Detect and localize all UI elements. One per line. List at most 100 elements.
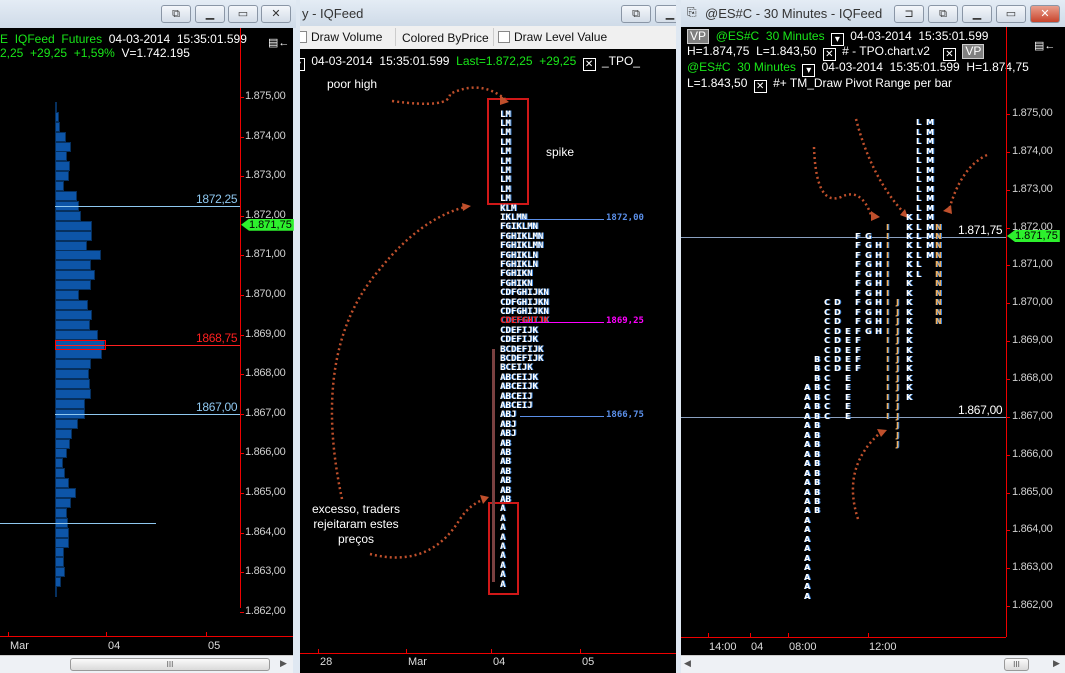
tpo-letter: L bbox=[916, 175, 922, 185]
tpo-row: ABJ bbox=[500, 429, 517, 440]
tpo-row: A bbox=[500, 523, 506, 534]
tpo-letter: B bbox=[814, 468, 821, 478]
level-line bbox=[55, 413, 240, 415]
draw-level-value-checkbox[interactable]: Draw Level Value bbox=[498, 30, 607, 44]
price-tick bbox=[1006, 189, 1010, 191]
tpo-letter: I bbox=[886, 336, 889, 346]
price-tick bbox=[1006, 151, 1010, 153]
tpo-letter: A bbox=[804, 544, 811, 554]
tpo-letter: K bbox=[906, 250, 913, 260]
tpo-letter: L bbox=[916, 213, 922, 223]
tpo-letter: B bbox=[814, 392, 821, 402]
tpo-letter: A bbox=[804, 440, 811, 450]
scroll-right-arrow[interactable]: ▶ bbox=[1053, 658, 1060, 669]
tpo-letter: K bbox=[906, 269, 913, 279]
tpo-letter: F bbox=[855, 298, 861, 308]
tpo-letter: J bbox=[896, 383, 899, 393]
detach-button[interactable]: ⧉ bbox=[928, 5, 958, 23]
tpo-letter: K bbox=[906, 364, 913, 374]
price-axis-label: 1.870,00 bbox=[1012, 296, 1053, 309]
left-horizontal-scrollbar[interactable]: III ▶ bbox=[0, 655, 293, 673]
price-axis-label: 1.868,00 bbox=[1012, 371, 1053, 384]
detach-button[interactable]: ⧉ bbox=[161, 5, 191, 23]
minimize-button[interactable]: ▁ bbox=[195, 5, 225, 23]
volume-bar bbox=[55, 398, 85, 409]
volume-bar bbox=[55, 230, 92, 241]
draw-volume-checkbox[interactable]: Draw Volume bbox=[300, 30, 382, 44]
tpo-letter: E bbox=[845, 345, 851, 355]
tpo-letter: B bbox=[814, 440, 821, 450]
right-tpo-chart[interactable]: VP @ES#C 30 Minutes ▾ 04-03-2014 15:35:0… bbox=[681, 27, 1065, 655]
price-tick bbox=[240, 413, 244, 415]
price-axis-label: 1.873,00 bbox=[245, 169, 286, 182]
colored-by-price-button[interactable]: Colored ByPrice bbox=[402, 31, 489, 45]
volume-bar bbox=[55, 280, 91, 291]
tpo-letter: A bbox=[804, 392, 811, 402]
pin-button[interactable]: ⊐ bbox=[894, 5, 924, 23]
tpo-letter: M bbox=[926, 241, 934, 251]
tpo-letter: K bbox=[906, 260, 913, 270]
scrollbar-thumb[interactable]: III bbox=[1004, 658, 1029, 671]
level-label: 1869,25 bbox=[606, 316, 644, 327]
volume-bar bbox=[55, 319, 90, 330]
tpo-row: LM bbox=[500, 147, 511, 158]
tpo-letter: M bbox=[926, 232, 934, 241]
volume-bar bbox=[55, 379, 90, 390]
left-header-line1: E IQFeed Futures 04-03-2014 15:35:01.599 bbox=[0, 32, 247, 46]
tpo-letter: D bbox=[834, 345, 841, 355]
tpo-letter: E bbox=[845, 383, 851, 393]
price-axis-label: 1.870,00 bbox=[245, 288, 286, 300]
minimize-button[interactable]: ▁ bbox=[962, 5, 992, 23]
tpo-letter: L bbox=[916, 184, 922, 194]
volume-bar bbox=[55, 488, 76, 498]
time-tick bbox=[750, 633, 751, 637]
change: +29,25 bbox=[30, 46, 68, 60]
detach-button[interactable]: ⧉ bbox=[621, 5, 651, 23]
volume-bar bbox=[55, 468, 65, 479]
tpo-letter: B bbox=[814, 364, 821, 374]
symbol-prefix: E bbox=[0, 32, 9, 46]
time-axis-label: 14:00 bbox=[709, 641, 737, 653]
left-volume-profile-chart[interactable]: E IQFeed Futures 04-03-2014 15:35:01.599… bbox=[0, 28, 294, 655]
tpo-letter: A bbox=[804, 591, 811, 601]
volume-bar bbox=[55, 557, 64, 568]
scrollbar-thumb[interactable]: III bbox=[70, 658, 270, 671]
tpo-letter: K bbox=[906, 222, 913, 232]
tpo-letter: M bbox=[926, 146, 934, 156]
tpo-letter: N bbox=[935, 241, 942, 251]
scroll-left-arrow[interactable]: ◀ bbox=[684, 658, 691, 669]
tpo-letter: K bbox=[906, 317, 913, 327]
volume-bar bbox=[55, 181, 64, 192]
tpo-letter: I bbox=[886, 222, 889, 232]
draw-level-value-label: Draw Level Value bbox=[514, 30, 608, 44]
tpo-letter: L bbox=[916, 194, 922, 204]
tpo-letter: N bbox=[935, 279, 942, 289]
tpo-letter: M bbox=[926, 137, 934, 147]
tpo-letter: G bbox=[865, 250, 872, 260]
price-axis-line bbox=[240, 28, 241, 608]
close-button[interactable]: ✕ bbox=[1030, 5, 1060, 23]
price-axis-label: 1.867,00 bbox=[245, 406, 286, 419]
tpo-letter: A bbox=[804, 496, 811, 506]
minimize-button[interactable]: ▁ bbox=[655, 5, 676, 23]
tpo-letter: K bbox=[906, 241, 913, 251]
price-tick bbox=[1006, 416, 1010, 418]
tpo-letter: K bbox=[906, 298, 913, 308]
tpo-letter: H bbox=[875, 260, 882, 270]
scroll-right-arrow[interactable]: ▶ bbox=[280, 658, 287, 669]
maximize-button[interactable]: ▭ bbox=[996, 5, 1026, 23]
tpo-letter: J bbox=[896, 326, 899, 336]
left-titlebar: ⧉ ▁ ▭ ✕ bbox=[0, 0, 296, 28]
panel-menu-icon[interactable]: ▤← bbox=[268, 36, 289, 49]
price-axis-label: 1.867,00 bbox=[1012, 409, 1053, 422]
level-line bbox=[55, 205, 240, 207]
tpo-letter: M bbox=[926, 127, 934, 137]
tpo-letter: B bbox=[814, 411, 821, 421]
tpo-chart[interactable]: ▾ 04-03-2014 15:35:01.599 Last=1.872,25 … bbox=[300, 49, 676, 673]
close-button[interactable]: ✕ bbox=[261, 5, 291, 23]
maximize-button[interactable]: ▭ bbox=[228, 5, 258, 23]
right-horizontal-scrollbar[interactable]: ◀ III ▶ bbox=[681, 655, 1065, 673]
tpo-letter: E bbox=[845, 373, 851, 383]
tpo-letter: I bbox=[886, 355, 889, 365]
price-tick bbox=[240, 334, 244, 336]
